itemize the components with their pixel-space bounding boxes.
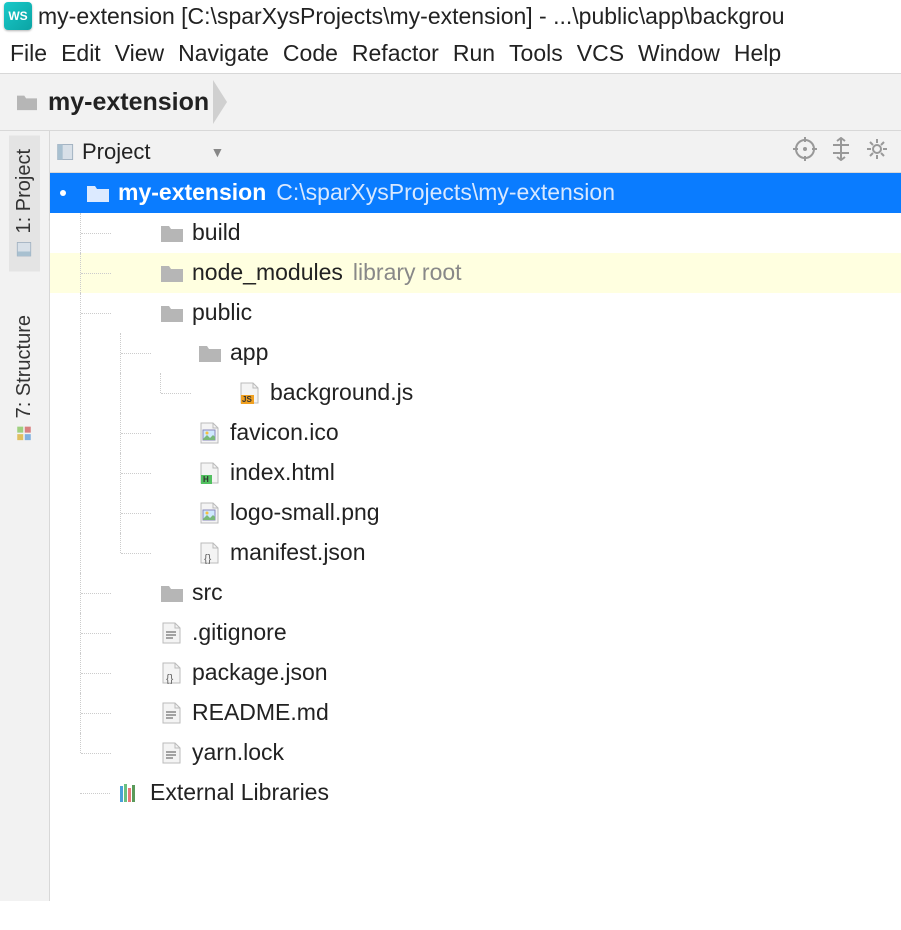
- menu-navigate[interactable]: Navigate: [174, 38, 273, 69]
- tree-node-file[interactable]: README.md: [50, 693, 901, 733]
- tree-node-label: src: [192, 573, 223, 612]
- chevron-down-icon[interactable]: ▼: [210, 144, 224, 160]
- tree-node-label: public: [192, 293, 252, 332]
- text-file-icon: [160, 702, 184, 724]
- window-titlebar: WS my-extension [C:\sparXysProjects\my-e…: [0, 0, 901, 34]
- js-file-icon: [238, 382, 262, 404]
- tree-node-label: background.js: [270, 373, 413, 412]
- image-file-icon: [198, 502, 222, 524]
- settings-gear-icon[interactable]: [859, 137, 895, 167]
- selection-marker-icon: [60, 190, 66, 196]
- text-file-icon: [160, 622, 184, 644]
- tree-node-folder[interactable]: src: [50, 573, 901, 613]
- project-tool-window: Project ▼ my-extension C:\sparXysProject…: [50, 131, 901, 901]
- tree-node-label: logo-small.png: [230, 493, 380, 532]
- structure-icon: [16, 425, 34, 443]
- tree-node-label: External Libraries: [150, 773, 329, 812]
- tree-node-path: C:\sparXysProjects\my-extension: [276, 173, 615, 212]
- project-view-icon: [56, 142, 76, 162]
- tree-node-label: .gitignore: [192, 613, 287, 652]
- menu-run[interactable]: Run: [449, 38, 499, 69]
- breadcrumb-label: my-extension: [48, 88, 209, 117]
- breadcrumb-item[interactable]: my-extension: [14, 80, 235, 124]
- image-file-icon: [198, 422, 222, 444]
- project-panel-header: Project ▼: [50, 131, 901, 173]
- menu-refactor[interactable]: Refactor: [348, 38, 443, 69]
- menu-edit[interactable]: Edit: [57, 38, 105, 69]
- tree-node-label: app: [230, 333, 268, 372]
- tree-node-label: index.html: [230, 453, 335, 492]
- menu-code[interactable]: Code: [279, 38, 342, 69]
- menu-file[interactable]: File: [6, 38, 51, 69]
- tool-tab-label: 7: Structure: [13, 315, 36, 418]
- project-icon: [16, 239, 34, 257]
- json-file-icon: [160, 662, 184, 684]
- tree-node-file[interactable]: manifest.json: [50, 533, 901, 573]
- tree-node-file[interactable]: index.html: [50, 453, 901, 493]
- tree-node-file[interactable]: yarn.lock: [50, 733, 901, 773]
- tree-node-folder[interactable]: build: [50, 213, 901, 253]
- window-title: my-extension [C:\sparXysProjects\my-exte…: [38, 3, 785, 30]
- text-file-icon: [160, 742, 184, 764]
- app-logo-icon: WS: [4, 2, 32, 30]
- navigation-bar: my-extension: [0, 73, 901, 131]
- tool-tab-project[interactable]: 1: Project: [9, 135, 40, 271]
- tree-node-label: my-extension: [118, 173, 266, 212]
- json-file-icon: [198, 542, 222, 564]
- tool-tab-structure[interactable]: 7: Structure: [9, 301, 40, 456]
- tree-node-folder[interactable]: node_modules library root: [50, 253, 901, 293]
- folder-icon: [160, 222, 184, 244]
- menu-window[interactable]: Window: [634, 38, 724, 69]
- tree-node-external-libraries[interactable]: External Libraries: [50, 773, 901, 813]
- tool-tab-label: 1: Project: [13, 149, 36, 233]
- tree-node-folder[interactable]: app: [50, 333, 901, 373]
- main-menu: File Edit View Navigate Code Refactor Ru…: [0, 34, 901, 73]
- tree-node-label: package.json: [192, 653, 328, 692]
- tree-node-label: manifest.json: [230, 533, 366, 572]
- menu-help[interactable]: Help: [730, 38, 785, 69]
- menu-vcs[interactable]: VCS: [573, 38, 628, 69]
- tree-node-file[interactable]: background.js: [50, 373, 901, 413]
- tree-node-label: README.md: [192, 693, 329, 732]
- tree-node-file[interactable]: package.json: [50, 653, 901, 693]
- libraries-icon: [118, 782, 142, 804]
- folder-icon: [14, 92, 40, 112]
- tree-node-file[interactable]: logo-small.png: [50, 493, 901, 533]
- left-tool-tabs: 1: Project 7: Structure: [0, 131, 50, 901]
- tree-node-label: yarn.lock: [192, 733, 284, 772]
- breadcrumb-chevron-icon: [213, 80, 227, 124]
- tree-node-folder[interactable]: public: [50, 293, 901, 333]
- tree-node-label: node_modules: [192, 253, 343, 292]
- collapse-all-icon[interactable]: [823, 137, 859, 167]
- folder-icon: [160, 302, 184, 324]
- project-view-selector[interactable]: Project: [82, 139, 150, 165]
- folder-icon: [86, 182, 110, 204]
- tree-node-file[interactable]: favicon.ico: [50, 413, 901, 453]
- tree-node-file[interactable]: .gitignore: [50, 613, 901, 653]
- html-file-icon: [198, 462, 222, 484]
- tree-node-meta: library root: [353, 253, 462, 292]
- tree-node-label: favicon.ico: [230, 413, 339, 452]
- folder-icon: [198, 342, 222, 364]
- menu-tools[interactable]: Tools: [505, 38, 567, 69]
- project-tree[interactable]: my-extension C:\sparXysProjects\my-exten…: [50, 173, 901, 813]
- menu-view[interactable]: View: [111, 38, 168, 69]
- tree-node-label: build: [192, 213, 241, 252]
- folder-icon: [160, 262, 184, 284]
- folder-icon: [160, 582, 184, 604]
- tree-node-root[interactable]: my-extension C:\sparXysProjects\my-exten…: [50, 173, 901, 213]
- scroll-from-source-icon[interactable]: [787, 137, 823, 167]
